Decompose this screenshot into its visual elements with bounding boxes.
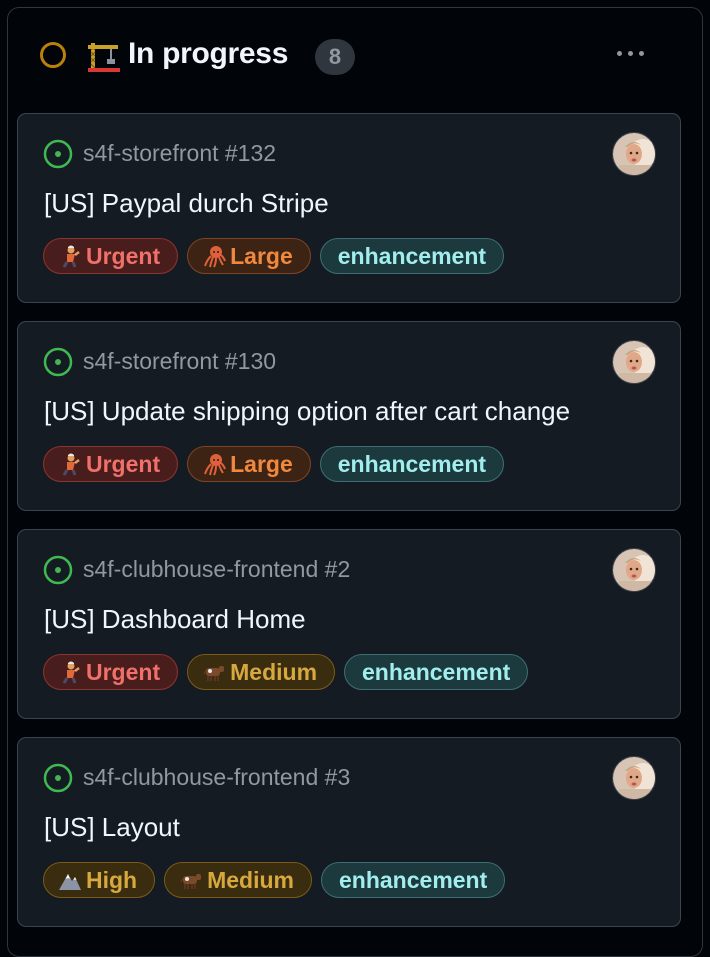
label-enhancement[interactable]: enhancement xyxy=(321,862,506,898)
assignee-avatar[interactable] xyxy=(612,132,656,176)
issue-card[interactable]: s4f-clubhouse-frontend #2 [US] Dashboard… xyxy=(17,529,681,719)
label-text: Urgent xyxy=(86,242,161,269)
issue-labels: Urgent Large enhancement xyxy=(43,238,505,274)
label-medium[interactable]: Medium xyxy=(187,654,336,690)
cow-icon xyxy=(202,660,226,684)
octopus-icon xyxy=(202,452,227,476)
rescue-worker-icon xyxy=(58,660,82,684)
label-text: Large xyxy=(230,242,293,269)
label-text: enhancement xyxy=(337,450,487,477)
label-text: Urgent xyxy=(86,658,161,685)
column-header: In progress 8 xyxy=(8,8,702,108)
kebab-horizontal-icon xyxy=(616,50,622,56)
assignee-avatar[interactable] xyxy=(612,548,656,592)
issue-opened-icon xyxy=(43,555,73,585)
issue-repo-reference[interactable]: s4f-storefront #130 xyxy=(83,348,276,375)
issue-title[interactable]: [US] Layout xyxy=(44,812,180,843)
issue-labels: Urgent Large enhancement xyxy=(43,446,505,482)
column-title: In progress xyxy=(128,37,289,70)
label-large[interactable]: Large xyxy=(187,446,311,482)
rescue-worker-icon xyxy=(58,452,82,476)
octopus-icon xyxy=(202,244,227,268)
issue-title[interactable]: [US] Dashboard Home xyxy=(44,604,306,635)
label-text: Large xyxy=(230,450,293,477)
label-urgent[interactable]: Urgent xyxy=(43,238,179,274)
issue-title[interactable]: [US] Paypal durch Stripe xyxy=(44,188,329,219)
issue-repo-reference[interactable]: s4f-storefront #132 xyxy=(83,140,276,167)
label-enhancement[interactable]: enhancement xyxy=(319,446,505,482)
issue-opened-icon xyxy=(43,347,73,377)
issue-opened-icon xyxy=(43,139,73,169)
issue-card[interactable]: s4f-storefront #132 [US] Paypal durch St… xyxy=(17,113,681,303)
assignee-avatar[interactable] xyxy=(612,340,656,384)
issue-repo-reference[interactable]: s4f-clubhouse-frontend #2 xyxy=(83,556,350,583)
item-count-badge: 8 xyxy=(315,39,355,75)
status-circle-icon xyxy=(40,42,66,68)
label-enhancement[interactable]: enhancement xyxy=(344,654,529,690)
column-options-button[interactable] xyxy=(608,38,652,68)
issue-title[interactable]: [US] Update shipping option after cart c… xyxy=(44,396,570,427)
label-urgent[interactable]: Urgent xyxy=(43,446,179,482)
label-text: Medium xyxy=(207,866,294,893)
label-text: enhancement xyxy=(339,866,488,893)
issue-labels: Urgent Medium enhancement xyxy=(43,654,529,690)
label-text: Medium xyxy=(230,658,318,685)
issue-card[interactable]: s4f-storefront #130 [US] Update shipping… xyxy=(17,321,681,511)
label-medium[interactable]: Medium xyxy=(164,862,312,898)
building-construction-icon xyxy=(88,43,120,72)
label-enhancement[interactable]: enhancement xyxy=(319,238,505,274)
issue-card[interactable]: s4f-clubhouse-frontend #3 [US] Layout Hi… xyxy=(17,737,681,927)
label-text: enhancement xyxy=(337,242,487,269)
cow-icon xyxy=(179,868,203,892)
label-large[interactable]: Large xyxy=(187,238,311,274)
issue-repo-reference[interactable]: s4f-clubhouse-frontend #3 xyxy=(83,764,350,791)
mountain-icon xyxy=(58,868,82,892)
label-text: enhancement xyxy=(362,658,511,685)
issue-labels: High Medium enhancement xyxy=(43,862,506,898)
label-text: High xyxy=(86,866,138,893)
label-text: Urgent xyxy=(86,450,161,477)
label-high[interactable]: High xyxy=(43,862,156,898)
rescue-worker-icon xyxy=(58,244,82,268)
issue-opened-icon xyxy=(43,763,73,793)
label-urgent[interactable]: Urgent xyxy=(43,654,179,690)
assignee-avatar[interactable] xyxy=(612,756,656,800)
